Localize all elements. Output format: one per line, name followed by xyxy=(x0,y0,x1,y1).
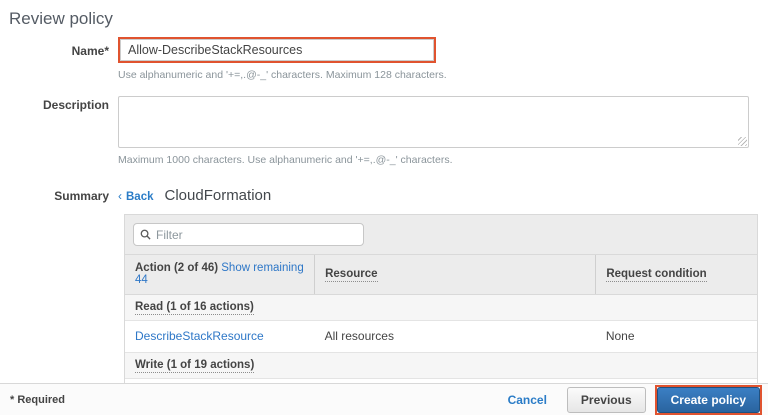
column-header-request-condition: Request condition xyxy=(596,255,757,295)
table-header-row: Action (2 of 46) Show remaining 44 Resou… xyxy=(125,255,757,295)
column-header-action: Action (2 of 46) Show remaining 44 xyxy=(125,255,315,295)
filter-input-wrap[interactable] xyxy=(133,223,364,246)
table-row: DescribeStackResource All resources None xyxy=(125,321,757,353)
description-label: Description xyxy=(0,96,118,166)
condition-cell: None xyxy=(596,321,757,353)
summary-panel: Action (2 of 46) Show remaining 44 Resou… xyxy=(124,214,758,411)
cancel-link[interactable]: Cancel xyxy=(508,393,547,407)
chevron-left-icon: ‹ xyxy=(118,189,122,203)
request-condition-header-label: Request condition xyxy=(606,268,706,282)
action-count-label: Action (2 of 46) xyxy=(135,262,218,274)
review-policy-form: Name* Use alphanumeric and '+=,.@-_' cha… xyxy=(0,37,768,204)
back-link-label: Back xyxy=(126,191,154,203)
action-link-describe-stack-resource[interactable]: DescribeStackResource xyxy=(135,329,264,343)
name-help-text: Use alphanumeric and '+=,.@-_' character… xyxy=(118,69,447,81)
name-row: Name* Use alphanumeric and '+=,.@-_' cha… xyxy=(0,37,768,81)
page-title: Review policy xyxy=(0,0,768,29)
group-row-write: Write (1 of 19 actions) xyxy=(125,353,757,379)
policy-description-textarea[interactable] xyxy=(118,96,749,148)
description-help-text: Maximum 1000 characters. Use alphanumeri… xyxy=(118,154,749,166)
summary-header: ‹ Back CloudFormation xyxy=(118,187,271,204)
previous-button[interactable]: Previous xyxy=(567,387,646,413)
service-name: CloudFormation xyxy=(165,187,272,204)
description-row: Description Maximum 1000 characters. Use… xyxy=(0,96,768,166)
search-icon xyxy=(140,229,151,240)
description-field-area: Maximum 1000 characters. Use alphanumeri… xyxy=(118,96,749,166)
footer-action-bar: * Required Cancel Previous Create policy xyxy=(0,383,768,415)
write-group-label: Write (1 of 19 actions) xyxy=(135,359,254,373)
filter-input[interactable] xyxy=(156,228,357,242)
create-policy-highlight-annotation: Create policy xyxy=(655,385,762,415)
review-policy-page: Review policy Name* Use alphanumeric and… xyxy=(0,0,768,415)
column-header-resource: Resource xyxy=(315,255,596,295)
name-label: Name* xyxy=(0,37,118,81)
name-field-area: Use alphanumeric and '+=,.@-_' character… xyxy=(118,37,447,81)
summary-label: Summary xyxy=(0,189,118,203)
summary-row: Summary ‹ Back CloudFormation xyxy=(0,187,768,204)
resource-cell: All resources xyxy=(315,321,596,353)
filter-bar xyxy=(125,215,757,255)
description-textarea-wrap xyxy=(118,96,749,148)
policy-name-input[interactable] xyxy=(120,39,434,61)
resource-header-label: Resource xyxy=(325,268,377,282)
name-highlight-annotation xyxy=(118,37,436,63)
group-row-read: Read (1 of 16 actions) xyxy=(125,295,757,321)
create-policy-button[interactable]: Create policy xyxy=(657,387,760,413)
read-group-label: Read (1 of 16 actions) xyxy=(135,301,254,315)
required-note: * Required xyxy=(10,394,65,406)
back-link[interactable]: ‹ Back xyxy=(118,189,154,203)
